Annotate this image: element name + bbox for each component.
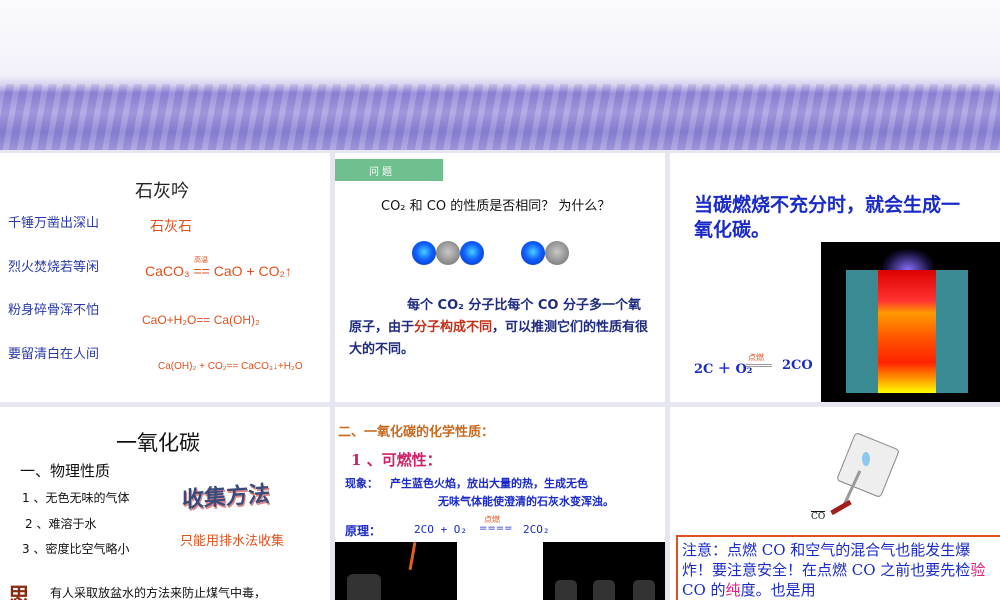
combustion-text: 当碳燃烧不充分时，就会生成一氧化碳。 [694, 194, 961, 241]
equation-3: Ca(OH)₂ + CO₂== CaCO₃↓+H₂O [158, 361, 303, 372]
slide-co2-vs-co[interactable]: 问 题 CO₂ 和 CO 的性质是否相同？ 为什么？ 每个 CO₂ 分子比每个 … [335, 153, 665, 402]
collection-wordart: 收集方法 [182, 481, 271, 514]
poem-line: 要留清白在人间 [8, 347, 100, 362]
poem-line: 粉身碎骨浑不怕 [8, 303, 100, 318]
jars-image [543, 542, 665, 600]
section-heading: 一、物理性质 [20, 462, 111, 480]
principle-label: 原理： [345, 524, 382, 538]
collection-method: 只能用排水法收集 [180, 533, 285, 548]
note-text: 有人采取放盆水的方法来防止煤气中毒， [50, 586, 267, 600]
slide-co-safety[interactable]: CO 注意：点燃 CO 和空气的混合气也能发生爆炸！要注意安全！在点燃 CO 之… [670, 407, 1000, 600]
gas-label: CO [811, 511, 826, 522]
equation-1: CaCO₃ == CaO + CO₂↑ [145, 263, 292, 279]
limestone-label: 石灰石 [150, 218, 192, 234]
header-banner [0, 0, 1000, 150]
poem-line: 千锤万凿出深山 [8, 216, 100, 231]
phenomenon-line: 产生蓝色火焰，放出大量的热，生成无色 [390, 477, 588, 490]
phenomenon-line: 无味气体能使澄清的石灰水变浑浊。 [438, 495, 614, 508]
equation-sign: ==== [479, 523, 513, 534]
property-item: 3 、密度比空气略小 [22, 542, 130, 556]
slide-title: 一氧化碳 [116, 431, 200, 455]
poem-title: 石灰吟 [135, 181, 189, 202]
equation-2: CaO+H₂O== Ca(OH)₂ [142, 313, 260, 327]
slide-lime-poem[interactable]: 石灰吟 千锤万凿出深山 烈火焚烧若等闲 粉身碎骨浑不怕 要留清白在人间 石灰石 … [0, 153, 330, 402]
slide-incomplete-combustion[interactable]: 当碳燃烧不充分时，就会生成一氧化碳。 点燃 2C ＋ O₂ 2CO [670, 153, 1000, 402]
safety-note: 注意：点燃 CO 和空气的混合气也能发生爆炸！要注意安全！在点燃 CO 之前也要… [676, 535, 1000, 600]
slide-co-physical[interactable]: 一氧化碳 一、物理性质 1 、无色无味的气体 2 、难溶于水 3 、密度比空气略… [0, 407, 330, 600]
burning-jar-image [335, 541, 457, 600]
equation-left: 2C ＋ O₂ [694, 362, 753, 377]
equation-left: 2CO + O₂ [414, 523, 467, 536]
property-item: 2 、难溶于水 [25, 517, 97, 531]
equation-sign [746, 364, 772, 367]
furnace-image [821, 242, 1000, 402]
section-heading: 二、一氧化碳的化学性质： [338, 425, 495, 440]
equation-right: 2CO₂ [523, 523, 550, 536]
equation-right: 2CO [782, 358, 813, 373]
think-icon: 思 [8, 585, 31, 600]
question-text: CO₂ 和 CO 的性质是否相同？ 为什么？ [381, 199, 611, 214]
answer-text: 每个 CO₂ 分子比每个 CO 分子多一个氧原子，由于分子构成不同，可以推测它们… [349, 298, 649, 357]
poem-line: 烈火焚烧若等闲 [8, 260, 100, 275]
property-item: 1 、无色无味的气体 [22, 491, 130, 505]
slide-co-chemical[interactable]: 二、一氧化碳的化学性质： 1 、可燃性： 现象： 产生蓝色火焰，放出大量的热，生… [335, 407, 665, 600]
question-tag: 问 题 [335, 159, 443, 181]
phenomenon-label: 现象： [345, 477, 378, 490]
subsection-heading: 1 、可燃性： [351, 451, 442, 469]
